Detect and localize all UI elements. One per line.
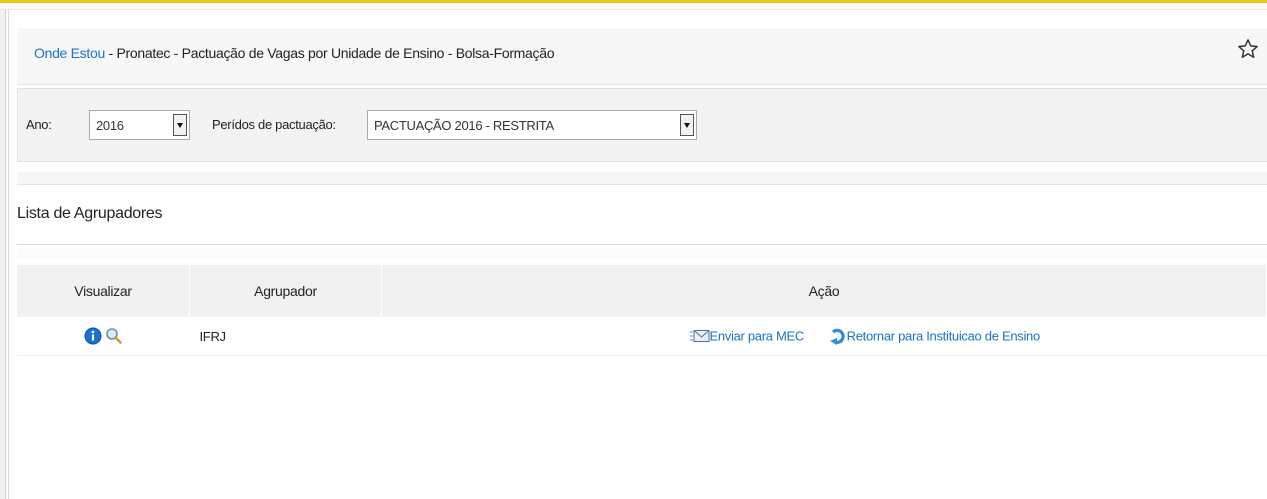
visualizar-cell (17, 317, 190, 356)
ano-select[interactable]: 2016 (89, 110, 190, 140)
table-header-row: Visualizar Agrupador Ação (17, 265, 1267, 317)
star-icon[interactable] (1237, 38, 1259, 60)
chevron-down-icon[interactable] (173, 114, 187, 136)
agrupador-cell: IFRJ (189, 317, 382, 356)
ano-select-value: 2016 (96, 118, 124, 133)
col-header-visualizar: Visualizar (17, 265, 190, 317)
acao-links: Enviar para MEC Retornar para Instituica… (689, 327, 1041, 345)
breadcrumb-path: - Pronatec - Pactuação de Vagas por Unid… (104, 45, 555, 61)
top-spacer (0, 3, 1267, 10)
left-frame-edge (0, 10, 6, 499)
breadcrumb-bar: Onde Estou - Pronatec - Pactuação de Vag… (17, 28, 1267, 85)
breadcrumb: Onde Estou - Pronatec - Pactuação de Vag… (34, 45, 555, 61)
agrupadores-table: Visualizar Agrupador Ação IFRJ Enviar pa… (17, 265, 1267, 356)
separator-band (17, 172, 1267, 185)
table-row: IFRJ Enviar para MEC Retornar para Insti (17, 317, 1267, 356)
send-mail-icon[interactable] (689, 329, 710, 343)
ano-label: Ano: (26, 117, 52, 132)
periodo-select[interactable]: PACTUAÇÃO 2016 - RESTRITA (367, 110, 697, 140)
filter-bar: Ano: 2016 Perídos de pactuação: PACTUAÇÃ… (17, 88, 1267, 162)
col-header-agrupador: Agrupador (189, 265, 382, 317)
retornar-instituicao-link[interactable]: Retornar para Instituicao de Ensino (847, 329, 1041, 344)
chevron-down-icon[interactable] (680, 114, 694, 136)
section-spacer (17, 248, 1267, 258)
return-arrow-icon[interactable] (829, 327, 847, 345)
col-header-acao: Ação (381, 265, 1267, 317)
section-divider (17, 244, 1267, 245)
magnifier-icon[interactable] (105, 327, 123, 345)
periodo-select-value: PACTUAÇÃO 2016 - RESTRITA (374, 118, 554, 133)
acao-cell: Enviar para MEC Retornar para Instituica… (381, 317, 1267, 356)
periodo-label: Perídos de pactuação: (212, 117, 336, 132)
breadcrumb-onde-estou-link[interactable]: Onde Estou (34, 45, 105, 61)
left-frame-line (8, 10, 9, 499)
section-title: Lista de Agrupadores (17, 205, 163, 222)
enviar-para-mec-link[interactable]: Enviar para MEC (710, 329, 805, 344)
info-icon[interactable] (84, 327, 102, 345)
